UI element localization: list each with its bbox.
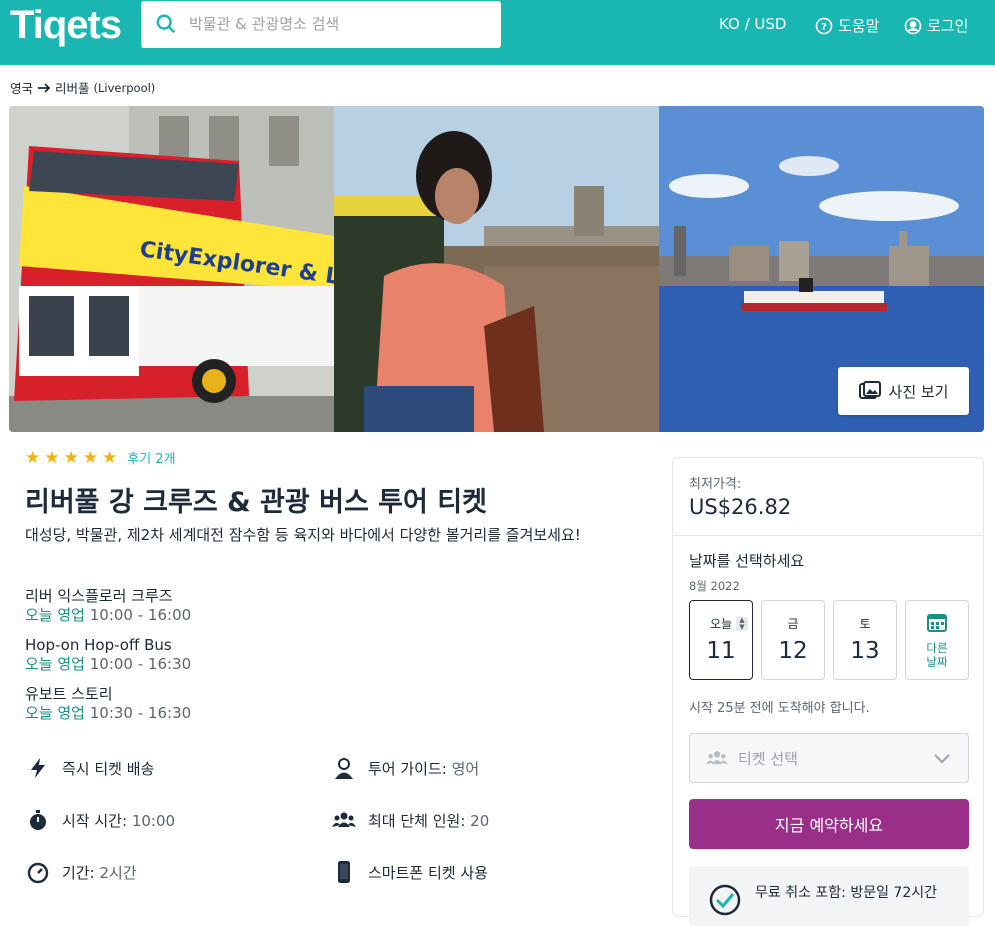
top-header: Tiqets KO / USD ? 도움말 로그인: [0, 0, 995, 65]
from-price-label: 최저가격:: [689, 477, 742, 492]
ferry-woman-photo[interactable]: [334, 106, 659, 432]
product-subtitle: 대성당, 박물관, 제2차 세계대전 잠수함 등 육지와 바다에서 다양한 볼거…: [25, 526, 581, 544]
venue-name: 유보트 스토리: [25, 685, 113, 703]
locale-label: KO / USD: [719, 15, 787, 33]
arrow-right-icon: [38, 82, 51, 93]
breadcrumb-country[interactable]: 영국: [10, 78, 33, 97]
reviews-link[interactable]: 후기 2개: [127, 448, 175, 467]
venue-name: Hop-on Hop-off Bus: [25, 636, 172, 654]
help-link[interactable]: ? 도움말: [814, 15, 879, 36]
lightning-icon: [31, 758, 45, 778]
date-option-today[interactable]: 오늘 11 ▲ ▼: [689, 600, 753, 680]
feature-start-time: 시작 시간: 10:00: [26, 808, 175, 832]
opening-hours: 오늘 영업 10:00 - 16:00: [25, 606, 192, 624]
free-cancel-notice: 무료 취소 포함: 방문일 72시간: [689, 866, 969, 926]
date-option[interactable]: 금 12: [761, 600, 825, 680]
guide-icon: [335, 758, 353, 779]
book-now-button[interactable]: 지금 예약하세요: [689, 799, 969, 849]
opening-hours: 오늘 영업 10:30 - 16:30: [25, 704, 192, 722]
breadcrumb-city-en: (Liverpool): [93, 80, 156, 95]
month-label: 8월 2022: [689, 579, 740, 593]
choose-date-heading: 날짜를 선택하세요: [689, 552, 805, 570]
star-icon: ★: [44, 447, 60, 468]
view-photos-label: 사진 보기: [888, 382, 949, 401]
photos-icon: [858, 381, 881, 399]
date-option[interactable]: 토 13: [833, 600, 897, 680]
venue-name: 리버 익스플로러 크루즈: [25, 587, 173, 605]
feature-tour-guide: 투어 가이드: 영어: [332, 756, 479, 780]
star-icon: ★: [102, 447, 118, 468]
locale-selector[interactable]: KO / USD: [719, 15, 786, 33]
bus-photo[interactable]: CityExplorer & Liverpool: [9, 106, 334, 432]
feature-instant-delivery: 즉시 티켓 배송: [26, 756, 154, 780]
search-icon: [156, 14, 176, 34]
ticket-select-dropdown[interactable]: 티켓 선택: [689, 733, 969, 783]
refund-icon: [709, 884, 741, 916]
login-label: 로그인: [927, 17, 969, 35]
group-icon: [332, 812, 356, 827]
hours-item: 리버 익스플로러 크루즈 오늘 영업 10:00 - 16:00: [25, 587, 191, 625]
svg-text:?: ?: [821, 21, 827, 32]
tiqets-logo[interactable]: Tiqets: [10, 3, 122, 48]
help-label: 도움말: [838, 17, 880, 35]
calendar-icon: [927, 614, 947, 632]
booking-panel: 최저가격: US$26.82 날짜를 선택하세요 8월 2022 오늘 11 ▲…: [672, 457, 984, 926]
star-icon: ★: [82, 447, 98, 468]
group-icon: [706, 751, 728, 765]
hours-item: 유보트 스토리 오늘 영업 10:30 - 16:30: [25, 685, 191, 723]
opening-hours: 오늘 영업 10:00 - 16:30: [25, 655, 192, 673]
other-date-button[interactable]: 다른 날짜: [905, 600, 969, 680]
ticket-select-label: 티켓 선택: [738, 749, 798, 768]
help-icon: ?: [815, 17, 833, 34]
stepper-icon: ▲ ▼: [736, 617, 748, 631]
hours-item: Hop-on Hop-off Bus 오늘 영업 10:00 - 16:30: [25, 636, 191, 674]
search-input[interactable]: [189, 9, 489, 39]
view-photos-button[interactable]: 사진 보기: [838, 367, 969, 415]
timer-icon: [27, 862, 49, 884]
user-icon: [904, 17, 922, 34]
star-icon: ★: [25, 447, 41, 468]
chevron-down-icon: [934, 754, 950, 764]
rating: ★ ★ ★ ★ ★ 후기 2개: [25, 448, 176, 467]
search-box[interactable]: [141, 1, 501, 48]
feature-duration: 기간: 2시간: [26, 860, 137, 884]
page-title: 리버풀 강 크루즈 & 관광 버스 투어 티켓: [25, 487, 487, 518]
breadcrumb-city[interactable]: 리버풀: [55, 78, 90, 97]
feature-mobile-ticket: 스마트폰 티켓 사용: [332, 860, 488, 884]
breadcrumb: 영국 리버풀 (Liverpool): [10, 78, 155, 97]
divider: [673, 535, 983, 536]
smartphone-icon: [338, 861, 350, 883]
feature-group-size: 최대 단체 인원: 20: [332, 808, 489, 832]
arrival-note: 시작 25분 전에 도착해야 합니다.: [689, 701, 870, 716]
star-icon: ★: [63, 447, 79, 468]
login-link[interactable]: 로그인: [903, 15, 968, 36]
stopwatch-icon: [30, 810, 46, 830]
price-value: US$26.82: [689, 495, 792, 519]
